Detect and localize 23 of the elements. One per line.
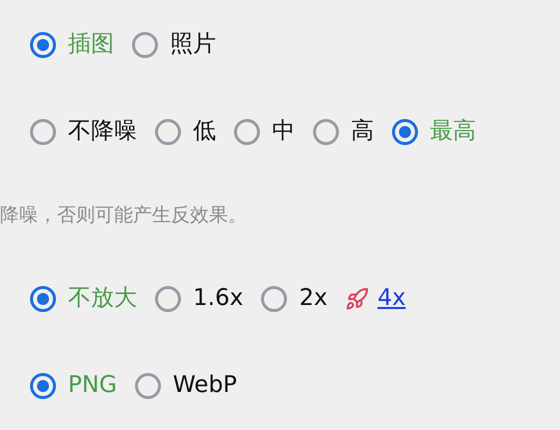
radio-option[interactable]: 高: [313, 114, 374, 149]
radio-option[interactable]: 低: [155, 114, 216, 149]
radio-button[interactable]: [234, 118, 260, 144]
radio-button[interactable]: [134, 372, 161, 398]
radio-button[interactable]: [30, 286, 56, 312]
radio-button[interactable]: [392, 118, 418, 144]
scale-link[interactable]: 4x: [345, 281, 406, 316]
radio-button[interactable]: [30, 32, 56, 58]
radio-option[interactable]: 1.6x: [155, 281, 244, 316]
radio-button[interactable]: [30, 372, 56, 398]
radio-button[interactable]: [30, 118, 56, 144]
radio-option[interactable]: WebP: [134, 368, 237, 403]
radio-button[interactable]: [132, 32, 158, 58]
radio-option[interactable]: 不降噪: [30, 114, 137, 149]
radio-button[interactable]: [313, 118, 339, 144]
hint-text: 降噪，否则可能产生反效果。: [0, 202, 247, 228]
radio-button[interactable]: [155, 118, 181, 144]
rocket-icon: [345, 286, 370, 310]
radio-button[interactable]: [155, 286, 181, 312]
radio-button[interactable]: [261, 286, 288, 312]
radio-option[interactable]: 照片: [132, 27, 216, 62]
radio-option[interactable]: 2x: [261, 281, 328, 316]
radio-option[interactable]: 中: [234, 114, 295, 149]
